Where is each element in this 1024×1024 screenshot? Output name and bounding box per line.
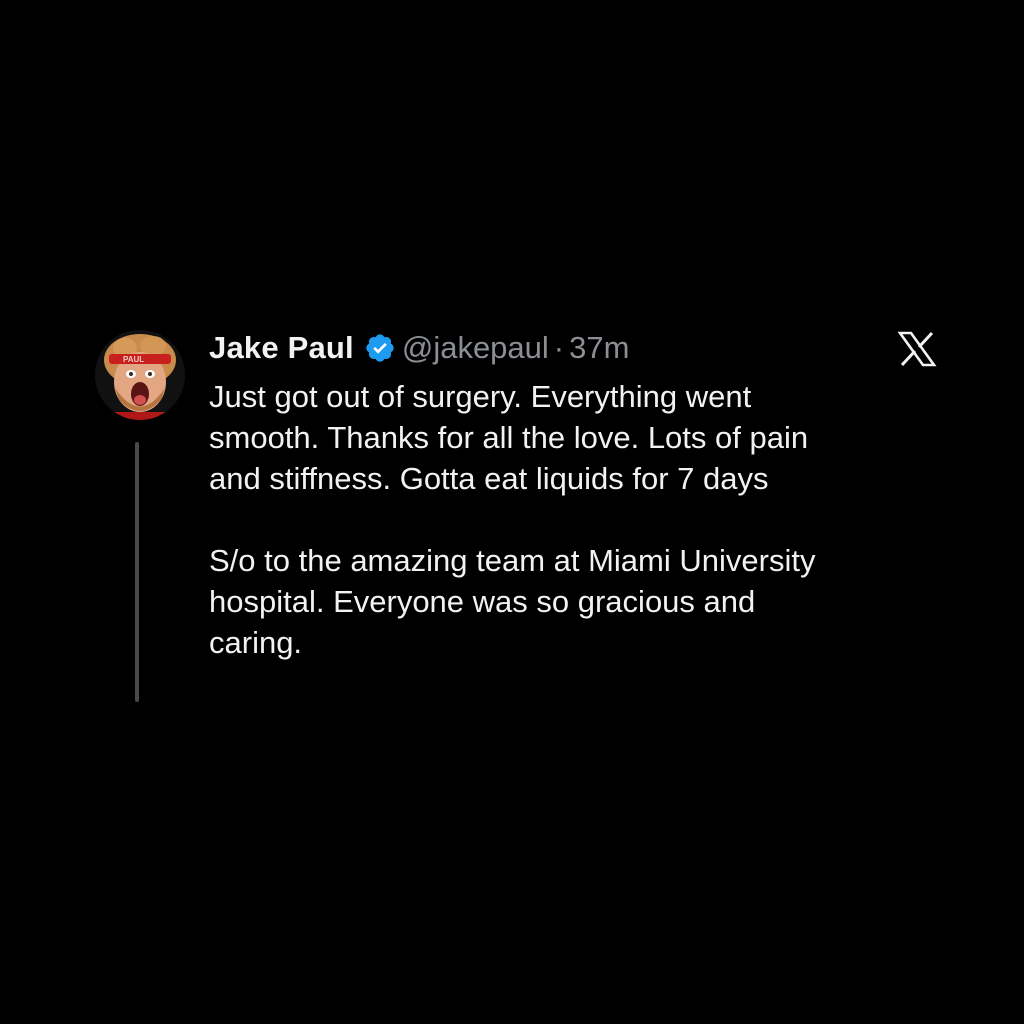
avatar[interactable]: PAUL [95, 330, 185, 420]
thread-line [135, 442, 139, 702]
separator-dot: · [553, 330, 565, 365]
tweet-line: smooth. Thanks for all the love. Lots of… [209, 420, 809, 455]
tweet-line: S/o to the amazing team at Miami Univers… [209, 543, 816, 578]
tweet-header: Jake Paul @jakepaul · 37m [209, 325, 629, 371]
display-name[interactable]: Jake Paul [209, 330, 354, 366]
svg-text:PAUL: PAUL [123, 355, 144, 364]
tweet-line: and stiffness. Gotta eat liquids for 7 d… [209, 461, 769, 496]
tweet-card: PAUL Jake Paul @jakepaul · 37m Just got … [0, 0, 1024, 1024]
tweet-line: caring. [209, 625, 303, 660]
verified-badge-icon [364, 332, 396, 364]
x-logo-icon[interactable] [897, 331, 937, 367]
profile-photo: PAUL [95, 330, 185, 420]
tweet-line: hospital. Everyone was so gracious and [209, 584, 756, 619]
tweet-line: Just got out of surgery. Everything went [209, 379, 752, 414]
tweet-text: Just got out of surgery. Everything went… [209, 376, 929, 663]
user-handle[interactable]: @jakepaul [402, 330, 549, 366]
timestamp[interactable]: 37m [569, 330, 629, 366]
